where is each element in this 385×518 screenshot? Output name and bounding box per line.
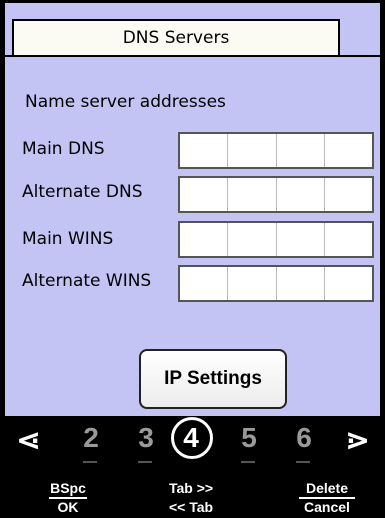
tab-dns-servers[interactable]: DNS Servers	[12, 19, 340, 55]
digit-5[interactable]: 5	[234, 424, 264, 452]
tab-label: DNS Servers	[122, 28, 230, 48]
main-dns-field[interactable]	[178, 132, 374, 169]
main-wins-octet-2[interactable]	[228, 223, 277, 256]
ip-settings-label: IP Settings	[164, 368, 262, 389]
softkey-ok-label: OK	[57, 499, 79, 515]
softkey-delete-label: Delete	[305, 480, 349, 496]
softkey-cancel-label: Cancel	[304, 499, 350, 515]
digit-2[interactable]: 2	[76, 424, 106, 452]
alternate-dns-field[interactable]	[178, 176, 374, 213]
main-wins-label: Main WINS	[22, 229, 114, 249]
digit-3[interactable]: 3	[131, 424, 161, 452]
alternate-dns-octet-1[interactable]	[180, 178, 229, 211]
softkey-tab-forward-label: Tab >>	[168, 480, 214, 496]
alternate-dns-octet-3[interactable]	[276, 178, 325, 211]
main-dns-label: Main DNS	[22, 139, 105, 159]
frame-left	[0, 0, 5, 416]
alternate-wins-field[interactable]	[178, 265, 374, 302]
section-label: Name server addresses	[25, 92, 226, 112]
main-dns-octet-2[interactable]	[228, 134, 277, 167]
soft-key-bar: ⋖ 2 3 4 5 6 ⋗ BSpc OK Tab >> << Tab Dele…	[0, 416, 385, 518]
alternate-wins-octet-1[interactable]	[180, 267, 229, 300]
alternate-dns-octet-2[interactable]	[228, 178, 277, 211]
tab-underline	[5, 55, 380, 57]
softkey-delete-cancel[interactable]: Delete Cancel	[292, 480, 362, 516]
right-arrow-icon[interactable]: ⋗	[345, 426, 370, 456]
alternate-wins-octet-2[interactable]	[228, 267, 277, 300]
digit-dash	[138, 461, 152, 463]
softkey-tab-back-label: << Tab	[168, 499, 214, 515]
main-wins-octet-1[interactable]	[180, 223, 229, 256]
digit-4[interactable]: 4	[176, 424, 206, 452]
ip-settings-button[interactable]: IP Settings	[139, 349, 287, 409]
main-wins-octet-3[interactable]	[276, 223, 325, 256]
alternate-dns-label: Alternate DNS	[22, 182, 143, 202]
main-dns-octet-3[interactable]	[276, 134, 325, 167]
main-wins-field[interactable]	[178, 221, 374, 258]
left-arrow-icon[interactable]: ⋖	[16, 426, 41, 456]
softkey-bspc-ok[interactable]: BSpc OK	[38, 480, 98, 516]
digit-6[interactable]: 6	[289, 424, 319, 452]
digit-dash	[83, 461, 97, 463]
digit-dash	[296, 461, 310, 463]
main-dns-octet-4[interactable]	[324, 134, 372, 167]
alternate-wins-octet-4[interactable]	[324, 267, 372, 300]
softkey-tab[interactable]: Tab >> << Tab	[156, 480, 226, 516]
frame-right	[380, 0, 385, 416]
frame-top	[0, 0, 385, 3]
alternate-wins-octet-3[interactable]	[276, 267, 325, 300]
alternate-dns-octet-4[interactable]	[324, 178, 372, 211]
main-wins-octet-4[interactable]	[324, 223, 372, 256]
main-dns-octet-1[interactable]	[180, 134, 229, 167]
softkey-bspc-label: BSpc	[50, 480, 86, 496]
digit-dash	[241, 461, 255, 463]
alternate-wins-label: Alternate WINS	[22, 271, 152, 291]
